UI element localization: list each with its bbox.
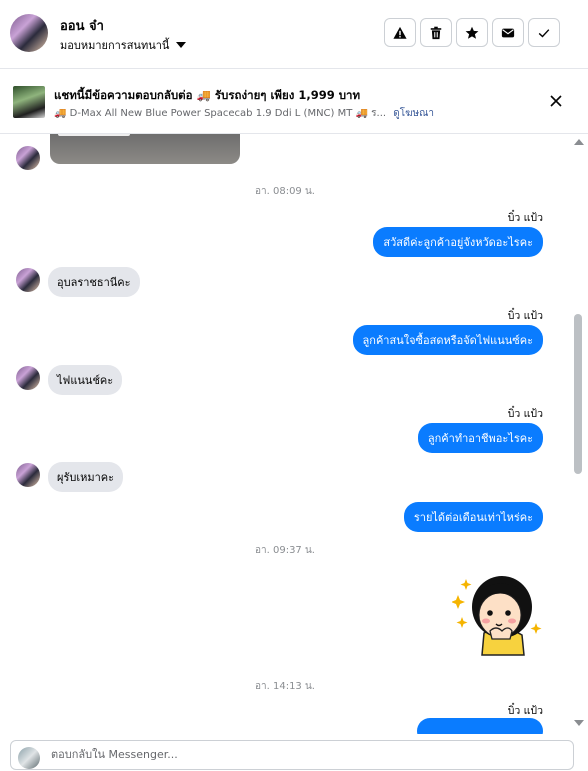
outgoing-message[interactable]: ลูกค้าสนใจซื้อสดหรือจัดไฟแนนซ์คะ: [352, 325, 543, 355]
timestamp: อา. 09:37 น.: [255, 545, 315, 556]
close-icon[interactable]: [550, 95, 562, 107]
chat-scrollbar[interactable]: [570, 134, 588, 734]
contact-name[interactable]: ออน จ๋า: [60, 15, 104, 36]
contact-avatar[interactable]: [10, 14, 48, 52]
banner-subtitle: 🚚 D-Max All New Blue Power Spacecab 1.9 …: [54, 106, 434, 121]
view-ad-link[interactable]: ดูโฆษณา: [393, 108, 434, 119]
page-avatar: [18, 747, 40, 769]
message-thread[interactable]: อา. 08:09 น. บิ๋ว แป้ว สวัสดีค่ะลูกค้าอย…: [0, 134, 570, 734]
trash-icon: [430, 26, 442, 39]
sender-name: บิ๋ว แป้ว: [507, 705, 543, 717]
outgoing-message[interactable]: รายได้ต่อเดือนเท่าไหร่คะ: [403, 502, 543, 532]
sticker-message[interactable]: [452, 571, 544, 657]
scroll-up-arrow-icon[interactable]: [574, 139, 584, 145]
outgoing-message-partial[interactable]: [417, 718, 543, 734]
ad-reply-banner: แชทนี้มีข้อความตอบกลับต่อ 🚚 รับรถง่ายๆ เ…: [0, 69, 588, 134]
timestamp: อา. 08:09 น.: [255, 186, 315, 197]
ad-thumbnail[interactable]: [13, 86, 45, 118]
timestamp: อา. 14:13 น.: [255, 681, 315, 692]
banner-title: แชทนี้มีข้อความตอบกลับต่อ 🚚 รับรถง่ายๆ เ…: [54, 88, 361, 102]
mark-done-button[interactable]: [528, 18, 560, 47]
sender-name: บิ๋ว แป้ว: [507, 212, 543, 224]
contact-avatar-small: [16, 268, 40, 292]
mark-unread-button[interactable]: [492, 18, 524, 47]
delete-button[interactable]: [420, 18, 452, 47]
image-message[interactable]: [50, 134, 240, 164]
reply-input[interactable]: [49, 747, 553, 762]
scroll-down-arrow-icon[interactable]: [574, 720, 584, 726]
sender-name: บิ๋ว แป้ว: [507, 310, 543, 322]
contact-avatar-small: [16, 366, 40, 390]
caret-down-icon: [176, 42, 187, 48]
mail-icon: [501, 28, 515, 37]
scrollbar-thumb[interactable]: [574, 314, 582, 474]
report-button[interactable]: [384, 18, 416, 47]
assign-label: มอบหมายการสนทนานี้: [60, 39, 170, 52]
banner-ad-text: 🚚 D-Max All New Blue Power Spacecab 1.9 …: [54, 108, 387, 119]
header-actions: [384, 18, 560, 47]
incoming-message[interactable]: ผุรับเหมาคะ: [48, 462, 124, 492]
incoming-message[interactable]: อุบลราชธานีคะ: [48, 267, 140, 297]
outgoing-message[interactable]: ลูกค้าทำอาชีพอะไรคะ: [417, 423, 543, 453]
warning-icon: [393, 26, 407, 39]
star-button[interactable]: [456, 18, 488, 47]
reply-composer: [10, 740, 574, 770]
star-icon: [465, 26, 479, 39]
conversation-header: ออน จ๋า มอบหมายการสนทนานี้: [0, 0, 588, 69]
sender-name: บิ๋ว แป้ว: [507, 408, 543, 420]
contact-avatar-small: [16, 146, 40, 170]
check-icon: [538, 28, 550, 37]
contact-avatar-small: [16, 463, 40, 487]
assign-conversation-dropdown[interactable]: มอบหมายการสนทนานี้: [60, 36, 187, 54]
incoming-message[interactable]: ไฟแนนช์คะ: [48, 365, 123, 395]
outgoing-message[interactable]: สวัสดีค่ะลูกค้าอยู่จังหวัดอะไรคะ: [373, 227, 543, 257]
